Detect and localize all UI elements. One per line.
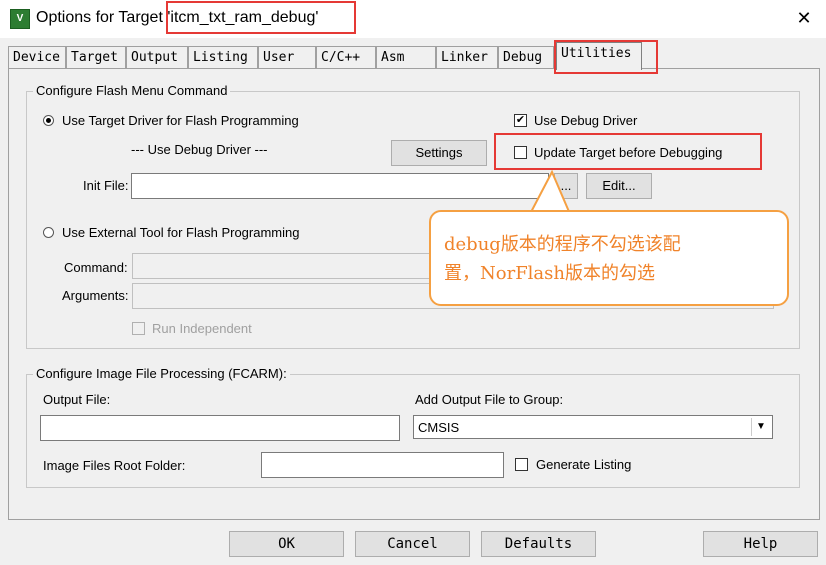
root-folder-input[interactable] <box>261 452 504 478</box>
tab-highlight-box <box>554 40 658 74</box>
app-icon: V <box>10 9 30 29</box>
init-file-input[interactable] <box>131 173 549 199</box>
generate-listing-checkbox[interactable] <box>515 458 528 471</box>
tab-c-cpp[interactable]: C/C++ <box>316 46 376 68</box>
image-processing-legend: Configure Image File Processing (FCARM): <box>33 366 290 381</box>
close-icon[interactable]: ✕ <box>790 4 818 32</box>
add-output-label: Add Output File to Group: <box>415 392 564 407</box>
output-file-label: Output File: <box>43 392 111 407</box>
init-file-edit-button[interactable]: Edit... <box>586 173 652 199</box>
run-independent-label: Run Independent <box>152 321 252 336</box>
output-file-input[interactable] <box>40 415 400 441</box>
defaults-button[interactable]: Defaults <box>481 531 596 557</box>
root-folder-label: Image Files Root Folder: <box>43 458 186 473</box>
use-external-tool-label: Use External Tool for Flash Programming <box>62 225 300 240</box>
title-prefix: Options for Target <box>36 9 163 26</box>
use-external-tool-radio[interactable] <box>43 227 54 238</box>
use-debug-driver-checkbox[interactable]: ✔ <box>514 114 527 127</box>
arguments-label: Arguments: <box>62 288 129 303</box>
command-label: Command: <box>64 260 128 275</box>
flash-menu-legend: Configure Flash Menu Command <box>33 83 231 98</box>
ok-button[interactable]: OK <box>229 531 344 557</box>
use-target-driver-radio[interactable] <box>43 115 54 126</box>
generate-listing-label: Generate Listing <box>536 457 632 472</box>
tab-user[interactable]: User <box>258 46 316 68</box>
settings-button[interactable]: Settings <box>391 140 487 166</box>
callout-line-1: debug版本的程序不勾选该配 <box>444 234 681 255</box>
tab-debug[interactable]: Debug <box>498 46 554 68</box>
tab-listing[interactable]: Listing <box>188 46 258 68</box>
run-independent-checkbox[interactable] <box>132 322 145 335</box>
tab-target[interactable]: Target <box>66 46 126 68</box>
tab-device[interactable]: Device <box>8 46 66 68</box>
help-button[interactable]: Help <box>703 531 818 557</box>
update-target-highlight-box <box>494 133 762 170</box>
use-target-driver-label: Use Target Driver for Flash Programming <box>62 113 299 128</box>
callout-line-2: 置，NorFlash版本的勾选 <box>444 263 655 284</box>
use-debug-driver-label: Use Debug Driver <box>534 113 638 128</box>
tab-asm[interactable]: Asm <box>376 46 436 68</box>
init-file-label: Init File: <box>83 178 129 193</box>
tab-linker[interactable]: Linker <box>436 46 498 68</box>
cancel-button[interactable]: Cancel <box>355 531 470 557</box>
title-highlight-box <box>166 1 356 34</box>
group-select-value: CMSIS <box>418 420 460 435</box>
group-select[interactable]: CMSIS ▼ <box>413 415 773 439</box>
tab-output[interactable]: Output <box>126 46 188 68</box>
callout-text: debug版本的程序不勾选该配 置，NorFlash版本的勾选 <box>444 230 784 288</box>
chevron-down-icon[interactable]: ▼ <box>751 418 770 436</box>
driver-dropdown-text[interactable]: --- Use Debug Driver --- <box>131 142 268 157</box>
